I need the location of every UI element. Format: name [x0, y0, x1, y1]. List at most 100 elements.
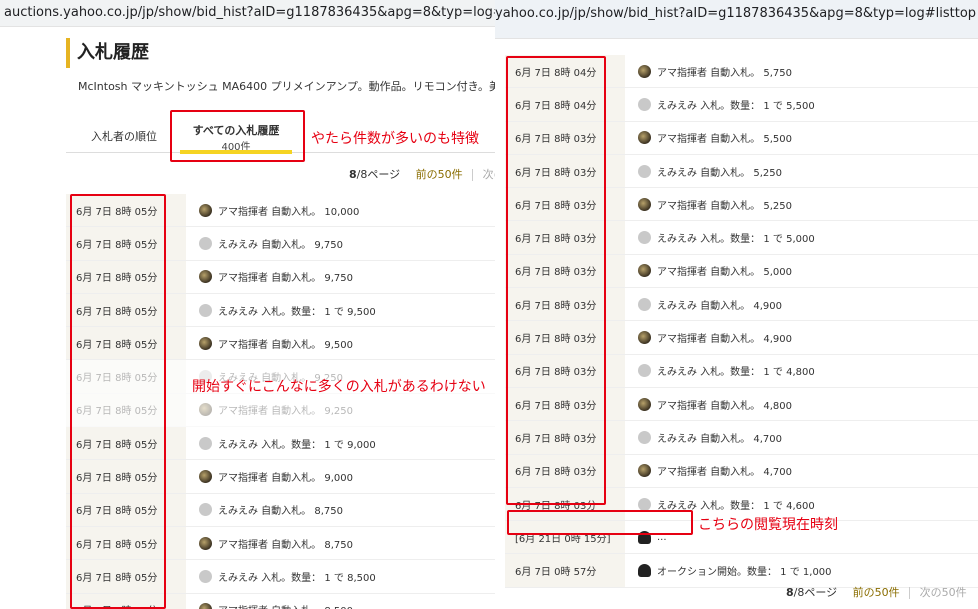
- bid-detail-text: アマ指揮者 自動入札。 5,250: [657, 200, 792, 212]
- user-avatar-icon: [638, 164, 651, 178]
- bid-detail-text: アマ指揮者 自動入札。 9,000: [218, 473, 353, 485]
- user-avatar-icon: [638, 264, 651, 278]
- bid-detail: えみえみ 自動入札。 8,750: [186, 502, 343, 517]
- highlight-time-column-box: [506, 56, 606, 505]
- right-screenshot: yahoo.co.jp/jp/show/bid_hist?aID=g118783…: [495, 0, 978, 609]
- annotation-bids-note: 開始すぐにこんなに多くの入札があるわけない: [192, 379, 486, 395]
- bid-detail-text: えみえみ 自動入札。 9,750: [218, 239, 343, 251]
- bid-detail: えみえみ 自動入札。 4,900: [625, 297, 782, 312]
- bid-detail-text: オークション開始。数量： 1 で 1,000: [657, 567, 832, 579]
- user-avatar-icon: [638, 64, 651, 78]
- next-page-link[interactable]: 次の50件: [920, 586, 967, 599]
- bid-detail-text: えみえみ 自動入札。 4,900: [657, 300, 782, 312]
- bid-detail: アマ指揮者 自動入札。 5,250: [625, 197, 792, 212]
- user-avatar-icon: [199, 436, 212, 450]
- annotation-count-note: やたら件数が多いのも特徴: [311, 131, 479, 147]
- bid-detail-text: アマ指揮者 自動入札。 5,750: [657, 67, 792, 79]
- bid-detail-text: えみえみ 入札。数量： 1 で 9,500: [218, 306, 376, 318]
- page-current: 8: [786, 586, 794, 599]
- user-silhouette-icon: [638, 564, 651, 578]
- user-avatar-icon: [638, 97, 651, 111]
- bid-detail: えみえみ 入札。数量： 1 で 8,500: [186, 569, 376, 584]
- pager-separator: [472, 169, 474, 181]
- bid-detail-text: えみえみ 入札。数量： 1 で 5,500: [657, 100, 815, 112]
- bid-detail: アマ指揮者 自動入札。 9,250: [186, 402, 353, 417]
- bid-detail: アマ指揮者 自動入札。 5,500: [625, 130, 792, 145]
- page-title: 入札履歴: [66, 38, 149, 68]
- user-avatar-icon: [199, 403, 212, 417]
- bid-detail: アマ指揮者 自動入札。 4,900: [625, 330, 792, 345]
- user-avatar-icon: [199, 270, 212, 284]
- pagination: 8/8ページ 前の50件 次の50件: [786, 584, 967, 600]
- bid-detail: アマ指揮者 自動入札。 4,700: [625, 463, 792, 478]
- bid-detail-text: アマ指揮者 自動入札。 8,500: [218, 602, 353, 609]
- bid-detail-text: アマ指揮者 自動入札。 9,500: [218, 339, 353, 351]
- user-avatar-icon: [638, 397, 651, 411]
- bid-detail: アマ指揮者 自動入札。 8,500: [186, 602, 353, 609]
- bid-detail: アマ指揮者 自動入札。 4,800: [625, 397, 792, 412]
- user-avatar-icon: [199, 203, 212, 217]
- bid-detail: えみえみ 入札。数量： 1 で 5,000: [625, 230, 815, 245]
- user-avatar-icon: [199, 336, 212, 350]
- user-avatar-icon: [199, 603, 212, 609]
- bid-detail-text: えみえみ 入札。数量： 1 で 9,000: [218, 439, 376, 451]
- user-avatar-icon: [199, 470, 212, 484]
- prev-page-link[interactable]: 前の50件: [853, 586, 900, 599]
- user-avatar-icon: [638, 131, 651, 145]
- bid-detail: えみえみ 入札。数量： 1 で 5,500: [625, 97, 815, 112]
- bid-detail: えみえみ 自動入札。 4,700: [625, 430, 782, 445]
- bid-detail: アマ指揮者 自動入札。 8,750: [186, 536, 353, 551]
- bid-detail-text: アマ指揮者 自動入札。 5,000: [657, 267, 792, 279]
- pagination: 8/8ページ 前の50件 次の50件: [349, 166, 495, 182]
- bid-detail-text: アマ指揮者 自動入札。 9,250: [218, 406, 353, 418]
- address-bar[interactable]: auctions.yahoo.co.jp/jp/show/bid_hist?aI…: [0, 0, 495, 27]
- bid-detail-text: えみえみ 入札。数量： 1 で 8,500: [218, 572, 376, 584]
- user-avatar-icon: [199, 536, 212, 550]
- user-avatar-icon: [199, 303, 212, 317]
- bid-detail: えみえみ 入札。数量： 1 で 4,800: [625, 363, 815, 378]
- address-bar[interactable]: yahoo.co.jp/jp/show/bid_hist?aID=g118783…: [495, 0, 978, 39]
- bid-history-row: 6月 7日 0時 57分 オークション開始。数量： 1 で 1,000: [505, 554, 978, 588]
- bid-detail: アマ指揮者 自動入札。 9,750: [186, 269, 353, 284]
- highlight-current-time-box: [507, 510, 693, 535]
- highlight-tab-box: [170, 110, 305, 162]
- next-page-link[interactable]: 次の50件: [483, 168, 495, 181]
- bid-detail-text: アマ指揮者 自動入札。 4,700: [657, 467, 792, 479]
- bid-detail: えみえみ 自動入札。 5,250: [625, 164, 782, 179]
- bid-detail: アマ指揮者 自動入札。 10,000: [186, 203, 359, 218]
- user-avatar-icon: [638, 331, 651, 345]
- user-avatar-icon: [638, 464, 651, 478]
- bid-detail-text: えみえみ 入札。数量： 1 で 4,800: [657, 367, 815, 379]
- bid-detail-text: アマ指揮者 自動入札。 5,500: [657, 134, 792, 146]
- bid-detail-text: アマ指揮者 自動入札。 10,000: [218, 206, 360, 218]
- user-avatar-icon: [199, 503, 212, 517]
- bid-detail: アマ指揮者 自動入札。 9,000: [186, 469, 353, 484]
- page-current: 8: [349, 168, 357, 181]
- user-avatar-icon: [638, 297, 651, 311]
- page-total: /8ページ: [356, 168, 401, 181]
- pager-separator: [909, 587, 911, 599]
- user-avatar-icon: [638, 430, 651, 444]
- bid-detail-text: アマ指揮者 自動入札。 4,900: [657, 334, 792, 346]
- bid-detail-text: えみえみ 自動入札。 4,700: [657, 433, 782, 445]
- bid-detail-text: えみえみ 自動入札。 5,250: [657, 167, 782, 179]
- bid-detail: えみえみ 入札。数量： 1 で 9,000: [186, 436, 376, 451]
- product-title: McIntosh マッキントッシュ MA6400 プリメインアンプ。動作品。リモ…: [78, 80, 495, 93]
- bid-detail: アマ指揮者 自動入札。 5,750: [625, 64, 792, 79]
- user-avatar-icon: [199, 236, 212, 250]
- user-avatar-icon: [638, 197, 651, 211]
- user-avatar-icon: [199, 569, 212, 583]
- bid-detail-text: えみえみ 入札。数量： 1 で 5,000: [657, 234, 815, 246]
- user-avatar-icon: [638, 231, 651, 245]
- bid-detail: えみえみ 自動入札。 9,750: [186, 236, 343, 251]
- bid-detail-text: アマ指揮者 自動入札。 9,750: [218, 273, 353, 285]
- highlight-time-column-box: [70, 194, 166, 609]
- bid-time: 6月 7日 0時 57分: [505, 554, 625, 587]
- annotation-now-note: こちらの閲覧現在時刻: [698, 517, 838, 533]
- bid-detail-text: アマ指揮者 自動入札。 4,800: [657, 400, 792, 412]
- bid-detail: アマ指揮者 自動入札。 9,500: [186, 336, 353, 351]
- bid-detail: アマ指揮者 自動入札。 5,000: [625, 263, 792, 278]
- prev-page-link[interactable]: 前の50件: [416, 168, 463, 181]
- bid-detail: えみえみ 入札。数量： 1 で 9,500: [186, 303, 376, 318]
- tab-bidder-ranking[interactable]: 入札者の順位: [84, 128, 164, 144]
